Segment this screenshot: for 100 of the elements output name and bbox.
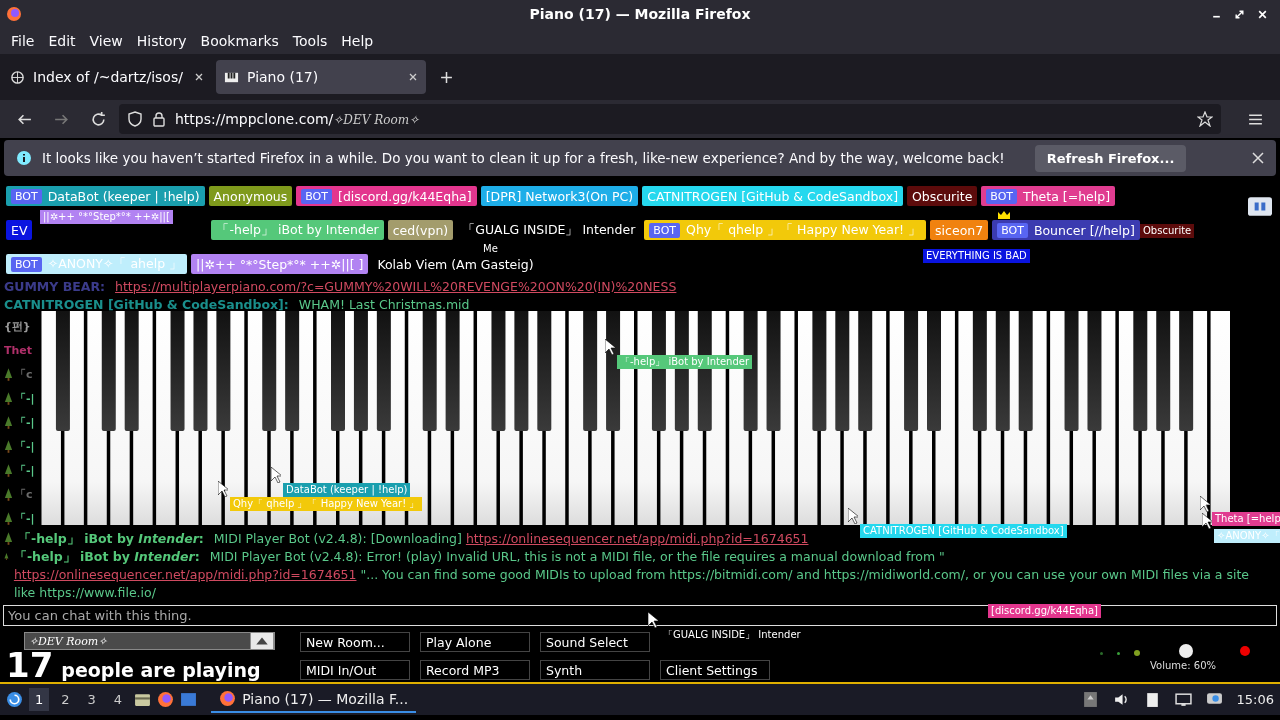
user-name: ||✲++ °*°Step*°* ++✲||[ ] [196,256,364,272]
bot-badge: BOT [649,222,681,238]
user-tag[interactable]: BOT Theta [=help] [981,186,1116,206]
chat-username: 「c [15,486,33,502]
user-name: Obscurite [912,188,973,204]
taskbar-task[interactable]: Piano (17) — Mozilla F... [211,686,417,713]
cursor-label: ||✲++ °*°Step*°* ++✲||[ [40,210,173,224]
user-tag[interactable]: BOT DataBot (keeper | !help) [6,186,205,206]
layout-icon[interactable] [1248,197,1272,216]
chat-username: 「-| [15,390,35,406]
window-icon[interactable] [180,691,198,708]
address-bar[interactable]: https://mppclone.com/✧DEV Room✧ [119,104,1221,134]
chat-message: GUMMY BEAR: https://multiplayerpiano.com/?c=GUMMY%20WILL%20REVENGE%20ON%20(IN)%20NESS [4,278,678,296]
menu-item[interactable]: History [129,33,194,49]
user-name: Theta [=help] [1023,188,1111,204]
firefox-icon[interactable] [157,691,175,708]
menu-item[interactable]: View [82,33,130,49]
close-icon[interactable] [1252,152,1264,164]
chat-username: 「-| [15,438,35,454]
user-name: ced(vpn) [392,222,449,238]
mouse-cursor-icon [648,612,658,628]
bot-badge: BOT [986,188,1018,204]
user-tag[interactable]: BOT Bouncer [//help] [992,220,1140,240]
menu-item[interactable]: Help [334,33,381,49]
user-tag[interactable]: Obscurite [907,186,978,206]
chat-message: 「-help」 iBot by Intender: MIDI Player Bot (v2.4.8): Error! (play) Invalid URL, this is not a MIDI file, or the file requires a manual download from " https://onlinesequencer.net/app/midi.php?id=1674651 "... You can find some good MIDIs to upload from https://bitmidi.com/ and https://midiworld.com/, or you can use your own MIDI files via a site like https://www.file.io/ [13,548,1250,602]
chat-username: 「-| [15,510,35,526]
menu-item[interactable]: Tools [285,33,335,49]
url-text: https://mppclone.com/✧DEV Room✧ [175,111,420,127]
message-link[interactable]: https://multiplayerpiano.com/?c=GUMMY%20WILL%20REVENGE%20ON%20(IN)%20NESS [115,279,677,294]
chat-username: 「c [15,366,33,382]
firefox-icon [6,6,22,22]
user-name: 「-help」 iBot by Intender [216,221,379,239]
menu-item[interactable]: Edit [41,33,83,49]
mouse-cursor-icon [271,467,281,483]
browser-tab[interactable]: Piano (17) [216,60,426,94]
browser-tab[interactable]: Index of /~dartz/isos/ [2,60,212,94]
room-button[interactable]: Synth [540,660,650,680]
mouse-cursor-icon [1200,496,1210,512]
volume-knob[interactable] [1179,644,1193,658]
bot-badge: BOT [301,188,332,204]
chat-username: 「-| [15,414,35,430]
workspace-button[interactable]: 4 [107,688,129,711]
cursor-label: EVERYTHING IS BAD [923,249,1030,263]
refresh-button[interactable]: Refresh Firefox... [1034,144,1187,172]
workspace-button[interactable]: 2 [55,688,76,711]
chat-username: 「-| [15,462,35,478]
globe-icon [10,69,25,85]
bot-badge: BOT [11,256,42,272]
clock: 15:06 [1236,692,1274,707]
room-button[interactable]: MIDI In/Out [300,660,410,680]
cursor-label: 「-help」 iBot by Intender [617,355,752,369]
user-tag[interactable]: BOT [discord.gg/k44Eqha] [296,186,477,206]
room-selector[interactable]: ✧DEV Room✧ [24,632,275,650]
room-button[interactable]: Sound Select [540,632,650,652]
user-name: siceon7 [935,222,984,238]
cursor-label: CATNITROGEN [GitHub & CodeSandbox] [860,524,1067,538]
caret-icon [250,633,274,649]
user-name: Kolab Viem (Am Gasteig) [377,256,534,272]
chat-message: 「-help」 iBot by Intender: MIDI Player Bot (v2.4.8): [Downloading] https://onlinesequencer.net/app/midi.php?id=1674651 [18,530,810,548]
user-name: [DPR] Network3(On PC) [485,188,634,204]
room-button[interactable]: Play Alone [420,632,530,652]
shield-icon [127,111,143,127]
window-title: Piano (17) — Mozilla Firefox [529,6,751,22]
chat-message: CATNITROGEN [GitHub & CodeSandbox]: WHAM! Last Christmas.mid [4,296,471,314]
workspace-button[interactable]: 3 [81,688,102,711]
bookmark-star-icon[interactable] [1197,111,1213,127]
user-tag[interactable]: BOT ✧ANONY✧「 ahelp 」 [6,254,188,274]
room-button[interactable]: Client Settings [660,660,770,680]
volume-icon[interactable] [1112,691,1130,708]
chat-username: {펀} [4,318,31,334]
user-name: EV [11,222,28,238]
mouse-cursor-icon [218,481,228,497]
restore-icon[interactable] [1234,8,1245,20]
user-name: Bouncer [//help] [1033,222,1135,238]
message-link[interactable]: https://onlinesequencer.net/app/midi.php?id=1674651 [465,531,809,546]
workspace-button[interactable]: 1 [29,688,50,711]
user-tag[interactable]: BOT Qhy「 qhelp 」「 Happy New Year! 」 [644,220,927,240]
menu-item[interactable]: File [4,33,42,49]
user-name: [discord.gg/k44Eqha] [338,188,472,204]
room-button[interactable]: New Room... [300,632,410,652]
start-menu-icon[interactable] [6,691,23,708]
update-icon[interactable] [1081,691,1099,708]
cursor-label: Theta [=help [1212,512,1280,526]
new-tab-icon[interactable] [440,70,453,84]
message-link[interactable]: https://onlinesequencer.net/app/midi.php?id=1674651 [13,567,357,582]
bot-badge: BOT [997,222,1028,238]
folder-icon[interactable] [134,691,152,708]
player-count-label: people are playing [61,661,261,680]
room-button[interactable]: Record MP3 [420,660,530,680]
menu-item[interactable]: Bookmarks [193,33,286,49]
lock-icon [151,111,167,127]
user-tag[interactable]: EV [6,220,33,240]
close-tab-icon[interactable] [194,72,204,82]
status-light-icon [1117,651,1121,655]
mouse-cursor-icon [1202,513,1212,529]
cursor-label: Obscurite [1140,224,1195,238]
user-name: Qhy「 qhelp 」「 Happy New Year! 」 [686,221,922,239]
user-name: DataBot (keeper | !help) [47,188,200,204]
close-tab-icon[interactable] [408,72,418,82]
